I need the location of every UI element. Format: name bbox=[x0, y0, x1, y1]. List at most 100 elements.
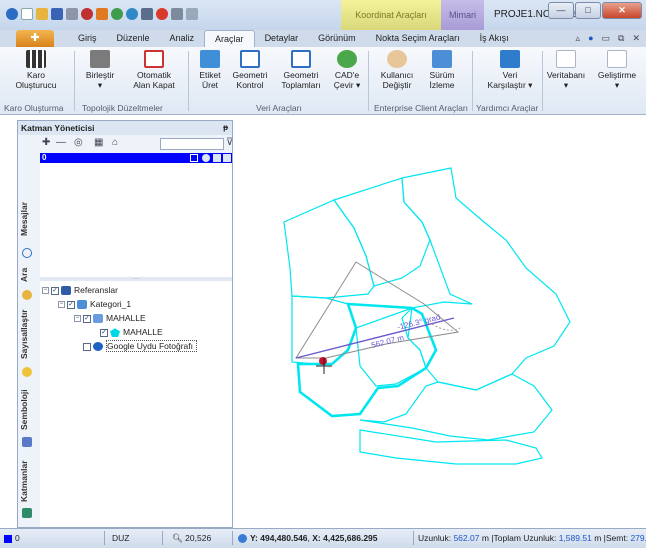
context-tab-architecture[interactable]: Mimari bbox=[441, 0, 484, 30]
tree-node-references[interactable]: − ✓ Referanslar bbox=[42, 285, 118, 296]
checkbox-checked[interactable]: ✓ bbox=[51, 286, 59, 295]
button-sublabel: Karşılaştır ▾ bbox=[487, 80, 533, 90]
add-layer-icon[interactable]: ✚ bbox=[42, 137, 50, 148]
button-label: Kullanıcı bbox=[380, 70, 414, 80]
app-icon[interactable] bbox=[6, 8, 18, 20]
button-label: Etiket bbox=[199, 70, 221, 80]
geometry-check-icon bbox=[240, 50, 260, 68]
pin-icon[interactable]: ᵽ bbox=[223, 121, 228, 135]
side-tab-messages[interactable]: Mesajlar bbox=[19, 195, 37, 243]
visibility-icon[interactable]: ◎ bbox=[74, 137, 83, 148]
marker-icon[interactable] bbox=[81, 8, 93, 20]
switch-user-button[interactable]: Kullanıcı Değiştir bbox=[374, 50, 420, 90]
tree-node-imagery[interactable]: Google Uydu Fotoğrafı bbox=[74, 340, 197, 352]
status-layer[interactable]: 0 bbox=[4, 529, 20, 547]
development-button[interactable]: Geliştirme ▾ bbox=[592, 50, 642, 90]
parcel-east bbox=[401, 167, 571, 391]
layer-row-selected[interactable]: 0 bbox=[40, 153, 232, 163]
checkbox-checked[interactable]: ✓ bbox=[100, 328, 108, 337]
info-icon[interactable] bbox=[156, 8, 168, 20]
tab-giris[interactable]: Giriş bbox=[68, 30, 107, 47]
ribbon: Karo Oluşturucu Karo Oluşturma Birleştir… bbox=[0, 47, 646, 115]
tile-builder-button[interactable]: Karo Oluşturucu bbox=[10, 50, 62, 90]
tab-araclar[interactable]: Araçlar bbox=[204, 30, 255, 47]
lock-icon[interactable]: ⌂ bbox=[112, 137, 118, 148]
button-label: Karo bbox=[27, 70, 45, 80]
status-zoom[interactable]: 🔍︎ 20,526 bbox=[172, 529, 211, 547]
file-menu-button[interactable]: ✚ bbox=[16, 30, 54, 47]
restore-icon[interactable]: ⧉ bbox=[618, 33, 624, 44]
help-icon[interactable]: ● bbox=[588, 33, 593, 44]
maximize-button[interactable]: □ bbox=[575, 2, 601, 19]
length-label: Uzunluk: bbox=[418, 533, 452, 543]
undo-icon[interactable] bbox=[111, 8, 123, 20]
tab-is-akisi[interactable]: İş Akışı bbox=[470, 30, 519, 47]
collapse-ribbon-icon[interactable]: ▵ bbox=[576, 33, 581, 44]
button-sublabel: ▾ bbox=[97, 80, 103, 90]
auto-close-area-button[interactable]: Otomatik Alan Kapat bbox=[126, 50, 182, 90]
convert-to-cad-button[interactable]: CAD'e Çevir ▾ bbox=[330, 50, 364, 90]
side-tab-search[interactable]: Ara bbox=[19, 263, 37, 287]
extent-icon[interactable] bbox=[171, 8, 183, 20]
tree-node-group[interactable]: − ✓ MAHALLE bbox=[74, 313, 146, 324]
geometry-totals-button[interactable]: Geometri Toplamları bbox=[274, 50, 328, 90]
version-tracking-button[interactable]: Sürüm İzleme bbox=[424, 50, 460, 90]
generate-label-button[interactable]: Etiket Üret bbox=[194, 50, 226, 90]
context-tab-coordinate-tools[interactable]: Koordinat Araçları bbox=[341, 0, 441, 30]
button-sublabel: ▾ bbox=[614, 80, 620, 90]
map-canvas[interactable]: 562.07 m -126.3° grad bbox=[236, 118, 646, 526]
tab-duzenle[interactable]: Düzenle bbox=[107, 30, 160, 47]
collapse-icon[interactable]: − bbox=[42, 287, 49, 295]
zoom-icon[interactable] bbox=[186, 8, 198, 20]
open-icon[interactable] bbox=[36, 8, 48, 20]
side-tab-symbology[interactable]: Semboloji bbox=[19, 385, 37, 435]
checkbox-checked[interactable]: ✓ bbox=[83, 314, 91, 323]
print-toggle-icon[interactable] bbox=[223, 154, 231, 162]
collapse-icon[interactable]: − bbox=[58, 301, 65, 309]
remove-layer-icon[interactable]: — bbox=[56, 137, 66, 148]
print-icon[interactable] bbox=[66, 8, 78, 20]
checkbox-checked[interactable]: ✓ bbox=[67, 300, 75, 309]
start-point-marker[interactable] bbox=[319, 357, 327, 365]
data-compare-button[interactable]: Veri Karşılaştır ▾ bbox=[484, 50, 536, 90]
tree-node-layer[interactable]: ✓ MAHALLE bbox=[100, 327, 163, 338]
close-doc-icon[interactable]: ✕ bbox=[632, 33, 640, 44]
lock-toggle-icon[interactable] bbox=[213, 154, 221, 162]
cad-gear-icon bbox=[337, 50, 357, 68]
status-mode[interactable]: DUZ bbox=[112, 529, 129, 547]
new-icon[interactable] bbox=[21, 8, 33, 20]
paint-icon[interactable] bbox=[96, 8, 108, 20]
collapse-icon[interactable]: − bbox=[74, 315, 81, 323]
minimize-button[interactable]: — bbox=[548, 2, 574, 19]
visible-icon[interactable] bbox=[202, 154, 210, 162]
side-tab-digitize[interactable]: Sayısallaştır bbox=[19, 305, 37, 363]
grid-icon[interactable] bbox=[141, 8, 153, 20]
layer-color-swatch[interactable] bbox=[190, 154, 198, 162]
tab-detaylar[interactable]: Detaylar bbox=[255, 30, 309, 47]
save-icon[interactable] bbox=[51, 8, 63, 20]
layer-props-icon[interactable]: ▦ bbox=[94, 137, 103, 148]
side-tab-strip: Mesajlar Ara Sayısallaştır Semboloji Kat… bbox=[17, 135, 39, 528]
merge-button[interactable]: Birleştir ▾ bbox=[80, 50, 120, 90]
layer-name: 0 bbox=[42, 153, 47, 162]
layer-toolstrip: ✚ — ◎ ▦ ⌂ ⊽ bbox=[40, 137, 233, 152]
globe-icon bbox=[93, 342, 103, 352]
filter-icon[interactable]: ⊽ bbox=[226, 137, 233, 148]
database-button[interactable]: Veritabanı ▾ bbox=[542, 50, 590, 90]
geometry-check-button[interactable]: Geometri Kontrol bbox=[228, 50, 272, 90]
category-icon bbox=[77, 300, 87, 310]
sigma-icon bbox=[291, 50, 311, 68]
layer-list: 0 bbox=[40, 153, 232, 277]
tab-nokta-secim[interactable]: Nokta Seçim Araçları bbox=[366, 30, 470, 47]
close-button[interactable]: ✕ bbox=[602, 2, 642, 19]
tab-analiz[interactable]: Analiz bbox=[160, 30, 205, 47]
redo-icon[interactable] bbox=[126, 8, 138, 20]
tab-gorunum[interactable]: Görünüm bbox=[308, 30, 366, 47]
tree-node-category[interactable]: − ✓ Kategori_1 bbox=[58, 299, 131, 310]
side-tab-layers[interactable]: Katmanlar bbox=[19, 457, 37, 505]
button-label: Geometri bbox=[232, 70, 268, 80]
layer-search-input[interactable] bbox=[160, 138, 224, 150]
digitize-icon bbox=[22, 367, 32, 377]
checkbox-unchecked[interactable] bbox=[83, 342, 91, 351]
minimize-ribbon-icon[interactable]: ▭ bbox=[602, 33, 611, 44]
